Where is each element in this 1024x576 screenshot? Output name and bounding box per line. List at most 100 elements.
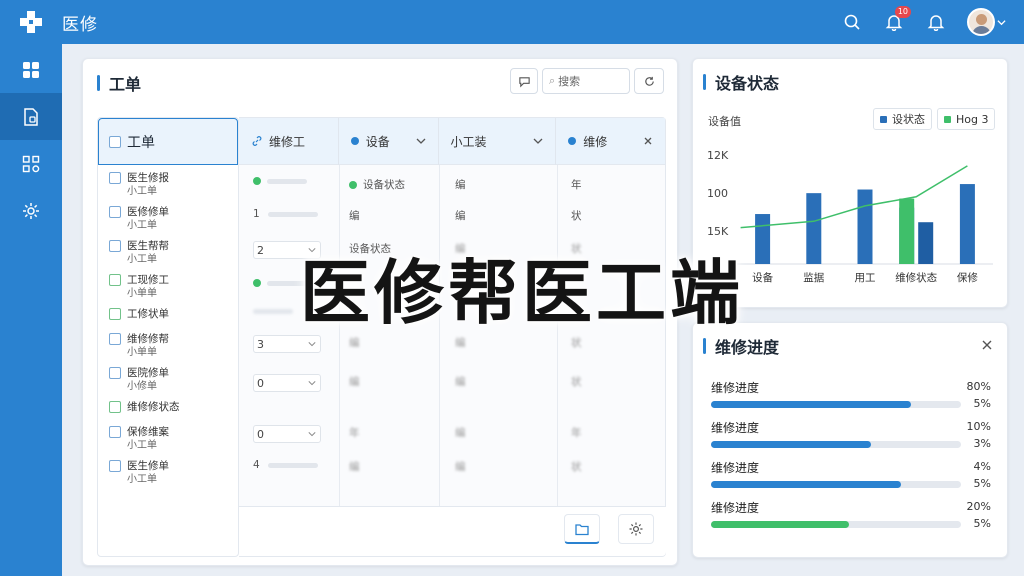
row-checkbox[interactable] bbox=[109, 172, 121, 184]
list-header[interactable]: 工单 bbox=[98, 118, 238, 165]
grid-cell-equipment: 编 bbox=[455, 461, 466, 473]
list-item-title: 工现修工 bbox=[127, 274, 169, 286]
folder-button[interactable] bbox=[564, 514, 600, 544]
list-item-subtitle: 小工单 bbox=[127, 474, 157, 485]
row-checkbox[interactable] bbox=[109, 426, 121, 438]
list-item-title: 维修修状态 bbox=[127, 401, 180, 413]
list-item[interactable]: 保修维案 小工单 bbox=[98, 419, 238, 453]
progress-percent-bottom: 3% bbox=[973, 437, 991, 450]
folder-icon bbox=[575, 523, 589, 535]
sidebar-item-apps[interactable] bbox=[0, 140, 62, 187]
list-item-title: 维修修帮 bbox=[127, 333, 169, 345]
row-checkbox[interactable] bbox=[109, 367, 121, 379]
avatar bbox=[967, 8, 995, 36]
work-order-list: 工单 医生修报 小工单 医修修单 小工单 医生帮帮 小工单 工现修工 小单单 工修状单 维修修帮小… bbox=[97, 117, 239, 557]
row-select[interactable]: 0 bbox=[253, 425, 321, 443]
grid-cell-device: 设备状态 bbox=[349, 177, 405, 192]
chevron-down-icon bbox=[997, 19, 1006, 25]
chevron-down-icon bbox=[533, 138, 543, 144]
column-header-technician[interactable]: 维修工 bbox=[239, 117, 339, 165]
message-button[interactable] bbox=[510, 68, 538, 94]
list-item[interactable]: 医院修单 小修单 bbox=[98, 360, 238, 394]
list-item-title: 医生修报 bbox=[127, 172, 169, 184]
user-menu[interactable] bbox=[967, 8, 1006, 36]
progress-fill bbox=[711, 401, 911, 408]
list-item[interactable]: 维修修帮 小单单 bbox=[98, 326, 238, 360]
list-item[interactable]: 工修状单 bbox=[98, 301, 238, 326]
grid-cell-technician[interactable]: 0 bbox=[253, 374, 321, 392]
grid-cell-repair: 状 bbox=[571, 376, 582, 388]
progress-fill bbox=[711, 521, 849, 528]
sidebar-item-work-orders[interactable] bbox=[0, 93, 62, 140]
row-checkbox[interactable] bbox=[109, 460, 121, 472]
progress-item: 维修进度 4% 5% bbox=[711, 459, 991, 495]
progress-label: 维修进度 bbox=[711, 501, 760, 515]
list-item[interactable]: 医生修单 小工单 bbox=[98, 453, 238, 487]
bar bbox=[857, 189, 873, 264]
progress-track bbox=[711, 401, 961, 408]
y-tick-label: 12K bbox=[707, 149, 729, 162]
list-item[interactable]: 维修修状态 bbox=[98, 394, 238, 419]
app-logo[interactable] bbox=[0, 0, 62, 44]
sidebar bbox=[0, 44, 62, 576]
progress-item: 维修进度 80% 5% bbox=[711, 379, 991, 415]
list-item[interactable]: 医生帮帮 小工单 bbox=[98, 233, 238, 267]
progress-track bbox=[711, 441, 961, 448]
refresh-button[interactable] bbox=[634, 68, 664, 94]
grid-cell-repair: 年 bbox=[571, 427, 582, 439]
list-item[interactable]: 工现修工 小单单 bbox=[98, 267, 238, 301]
list-item-subtitle: 小工单 bbox=[127, 254, 157, 265]
column-header-device[interactable]: 设备 bbox=[339, 117, 439, 165]
refresh-icon bbox=[644, 76, 654, 86]
message-icon bbox=[518, 76, 530, 87]
select-all-checkbox[interactable] bbox=[109, 135, 121, 148]
link-icon bbox=[252, 136, 262, 146]
column-header-equipment[interactable]: 小工装 bbox=[439, 117, 557, 165]
grid-cell-device: 编 bbox=[349, 461, 360, 473]
grid-cell-technician[interactable]: 4 bbox=[253, 459, 318, 471]
list-item[interactable]: 医修修单 小工单 bbox=[98, 199, 238, 233]
row-checkbox[interactable] bbox=[109, 401, 121, 413]
list-item-title: 医院修单 bbox=[127, 367, 169, 379]
list-item[interactable]: 医生修报 小工单 bbox=[98, 165, 238, 199]
progress-label: 维修进度 bbox=[711, 461, 760, 475]
bar bbox=[959, 184, 975, 264]
y-tick-label: 100 bbox=[707, 187, 728, 200]
apps-icon bbox=[22, 155, 40, 172]
repair-progress-panel: 维修进度 维修进度 80% 5% 维修进度 10% 3% 维修进度 4% 5% 维修进度 20% 5% bbox=[692, 322, 1008, 558]
grid-cell-technician[interactable]: 1 bbox=[253, 208, 318, 220]
settings-button[interactable] bbox=[618, 514, 654, 544]
grid-cell-technician[interactable] bbox=[253, 279, 307, 287]
row-checkbox[interactable] bbox=[109, 240, 121, 252]
list-item-subtitle: 小单单 bbox=[127, 347, 157, 358]
column-header-repair[interactable]: 维修 bbox=[556, 118, 665, 165]
progress-item: 维修进度 10% 3% bbox=[711, 419, 991, 455]
document-icon bbox=[24, 107, 38, 126]
bar bbox=[755, 214, 771, 264]
progress-percent-top: 20% bbox=[966, 500, 991, 513]
close-icon bbox=[644, 137, 652, 144]
row-checkbox[interactable] bbox=[109, 333, 121, 345]
grid-cell-device: 编 bbox=[349, 376, 360, 388]
search-icon[interactable] bbox=[841, 11, 863, 33]
row-checkbox[interactable] bbox=[109, 274, 121, 286]
grid-cell-technician[interactable]: 0 bbox=[253, 425, 321, 443]
progress-fill bbox=[711, 481, 901, 488]
bar bbox=[918, 222, 934, 264]
bell-icon[interactable] bbox=[925, 11, 947, 33]
grid-cell-technician[interactable] bbox=[253, 309, 293, 314]
search-input[interactable]: ⌕ 搜索 bbox=[542, 68, 630, 94]
row-select[interactable]: 0 bbox=[253, 374, 321, 392]
sidebar-item-settings[interactable] bbox=[0, 187, 62, 234]
grid-cell-equipment: 编 bbox=[455, 427, 466, 439]
row-checkbox[interactable] bbox=[109, 206, 121, 218]
notification-bell-icon[interactable]: 10 bbox=[883, 6, 911, 33]
list-item-subtitle: 小工单 bbox=[127, 440, 157, 451]
row-checkbox[interactable] bbox=[109, 308, 121, 320]
close-icon[interactable] bbox=[982, 340, 992, 350]
list-item-title: 医生帮帮 bbox=[127, 240, 169, 252]
bar bbox=[899, 198, 915, 264]
grid-cell-technician[interactable] bbox=[253, 177, 307, 185]
sidebar-item-dashboard[interactable] bbox=[0, 46, 62, 93]
grid-icon bbox=[23, 61, 39, 78]
